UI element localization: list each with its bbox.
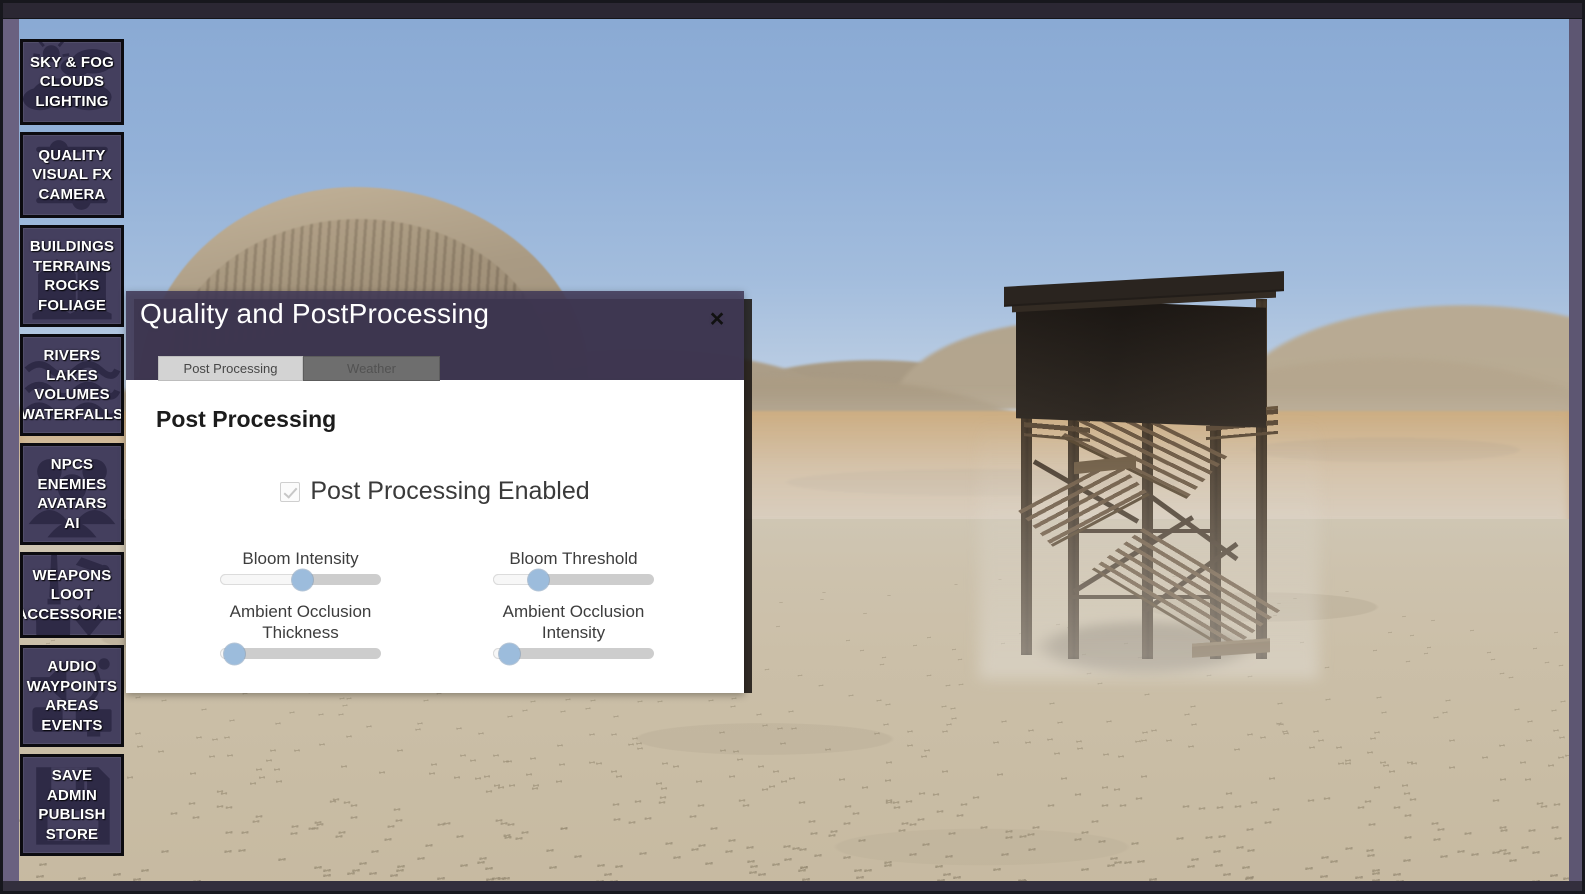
sidebar-item-weapons-loot-accessories[interactable]: WEAPONS LOOT ACCESSORIES: [20, 552, 124, 638]
slider-ambient-occlusion-intensity[interactable]: [493, 643, 654, 664]
application-window: SKY & FOG CLOUDS LIGHTING QUALITY VISUAL…: [0, 0, 1585, 894]
sidebar-item-audio-waypoints-areas-events[interactable]: AUDIO WAYPOINTS AREAS EVENTS: [20, 645, 124, 747]
slider-bloom-intensity[interactable]: [220, 569, 381, 590]
slider-bloom-threshold-cell: Bloom Threshold: [493, 548, 654, 590]
slider-bloom-intensity-cell: Bloom Intensity: [220, 548, 381, 590]
slider-ambient-occlusion-thickness[interactable]: [220, 643, 381, 664]
slider-handle[interactable]: [499, 643, 521, 664]
slider-bloom-threshold[interactable]: [493, 569, 654, 590]
window-frame-right: [1569, 3, 1582, 891]
sidebar-item-rivers-lakes-volumes-waterfalls[interactable]: RIVERS LAKES VOLUMES WATERFALLS: [20, 334, 124, 436]
post-processing-enabled-label: Post Processing Enabled: [310, 477, 590, 505]
slider-label: Bloom Threshold: [509, 549, 638, 568]
sidebar-item-label: QUALITY VISUAL FX CAMERA: [32, 146, 112, 203]
close-icon[interactable]: ×: [704, 307, 730, 333]
tab-label: Post Processing: [183, 361, 278, 376]
post-processing-enabled-checkbox[interactable]: [280, 481, 301, 502]
dialog-tab-bar: Post Processing Weather: [126, 356, 744, 381]
tab-label: Weather: [347, 361, 396, 376]
window-frame-top: [3, 3, 1582, 19]
sidebar-item-npcs-enemies-avatars-ai[interactable]: NPCS ENEMIES AVATARS AI: [20, 443, 124, 545]
slider-handle[interactable]: [224, 643, 246, 664]
sidebar-item-label: NPCS ENEMIES AVATARS AI: [37, 456, 107, 532]
category-sidebar: SKY & FOG CLOUDS LIGHTING QUALITY VISUAL…: [20, 39, 124, 863]
slider-label: Ambient Occlusion Intensity: [502, 602, 645, 642]
dialog-body: Post Processing Post Processing Enabled …: [126, 380, 744, 693]
dialog-title: Quality and PostProcessing: [140, 298, 490, 329]
slider-fill: [220, 574, 303, 585]
slider-ambient-occlusion-intensity-cell: Ambient Occlusion Intensity: [493, 601, 654, 664]
dialog-titlebar[interactable]: Quality and PostProcessing ×: [126, 291, 744, 356]
sidebar-item-label: SAVE ADMIN PUBLISH STORE: [38, 767, 106, 843]
sidebar-item-save-admin-publish-store[interactable]: SAVE ADMIN PUBLISH STORE: [20, 754, 124, 856]
tab-weather[interactable]: Weather: [303, 356, 440, 381]
slider-label: Ambient Occlusion Thickness: [229, 602, 372, 642]
sidebar-item-label: AUDIO WAYPOINTS AREAS EVENTS: [26, 658, 118, 734]
slider-handle[interactable]: [292, 569, 314, 590]
sidebar-item-label: RIVERS LAKES VOLUMES WATERFALLS: [20, 347, 124, 423]
slider-handle[interactable]: [528, 569, 550, 590]
slider-ambient-occlusion-thickness-cell: Ambient Occlusion Thickness: [220, 601, 381, 664]
slider-label: Bloom Intensity: [242, 549, 359, 568]
sidebar-item-buildings-terrains-rocks-foliage[interactable]: BUILDINGS TERRAINS ROCKS FOLIAGE: [20, 225, 124, 327]
sidebar-item-quality-visual-fx-camera[interactable]: QUALITY VISUAL FX CAMERA: [20, 132, 124, 218]
sidebar-item-label: BUILDINGS TERRAINS ROCKS FOLIAGE: [29, 238, 115, 314]
sidebar-item-label: WEAPONS LOOT ACCESSORIES: [20, 566, 124, 623]
tab-post-processing[interactable]: Post Processing: [158, 356, 303, 381]
wooden-watchtower: [994, 259, 1294, 675]
sidebar-item-sky-fog-clouds-lighting[interactable]: SKY & FOG CLOUDS LIGHTING: [20, 39, 124, 125]
tower-cabin-shading: [1016, 298, 1266, 428]
window-frame-bottom: [3, 881, 1582, 891]
window-frame-left: [3, 3, 19, 891]
sidebar-item-label: SKY & FOG CLOUDS LIGHTING: [29, 53, 115, 110]
slider-grid: Bloom Intensity Bloom Threshold Ambient Oc…: [154, 548, 716, 664]
quality-postprocessing-dialog: Quality and PostProcessing × Post Proces…: [126, 291, 744, 693]
section-title: Post Processing: [156, 406, 337, 432]
post-processing-enabled-row: Post Processing Enabled: [154, 477, 716, 506]
